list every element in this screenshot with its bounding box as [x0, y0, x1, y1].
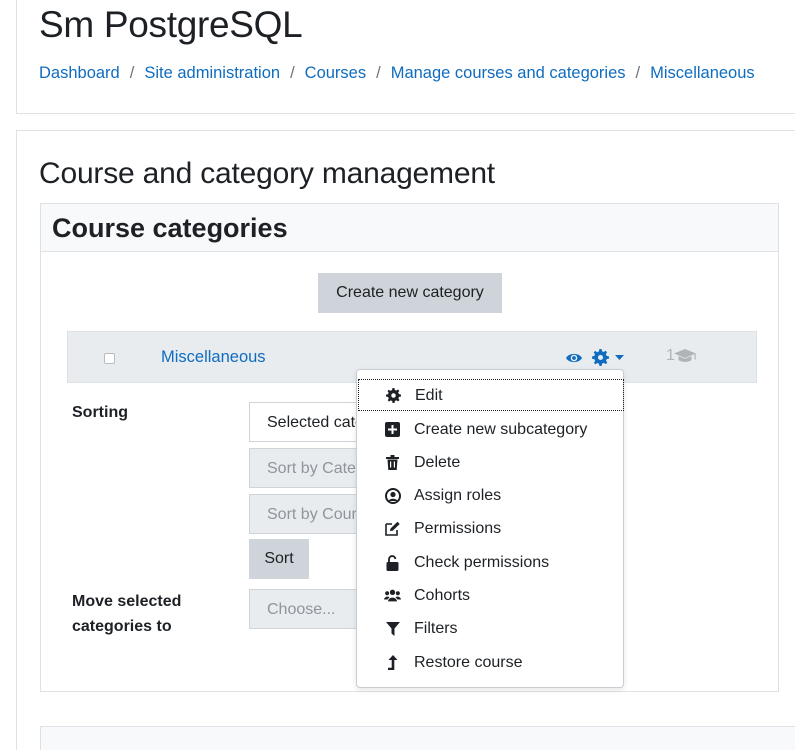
course-count: 1	[666, 347, 697, 365]
page-heading: Course and category management	[39, 157, 495, 190]
menu-item-filters[interactable]: Filters	[357, 612, 623, 644]
menu-item-label: Edit	[415, 387, 443, 404]
sorting-label: Sorting	[72, 404, 128, 421]
breadcrumb-dashboard[interactable]: Dashboard	[39, 64, 120, 83]
breadcrumb-separator: /	[129, 64, 135, 82]
gear-icon	[385, 387, 402, 404]
sort-by-category-button[interactable]: Sort by Category name	[249, 448, 369, 488]
menu-item-label: Create new subcategory	[414, 421, 588, 438]
panel-title: Course categories	[52, 213, 288, 243]
breadcrumb-separator: /	[290, 64, 295, 82]
eye-icon[interactable]	[565, 349, 583, 367]
category-actions-menu: Edit Create new subcategory Delete Assig…	[356, 369, 624, 688]
menu-item-check-permissions[interactable]: Check permissions	[357, 546, 623, 578]
breadcrumb-miscellaneous[interactable]: Miscellaneous	[650, 64, 755, 83]
caret-down-icon	[615, 355, 624, 361]
menu-item-label: Permissions	[414, 520, 502, 537]
breadcrumb-separator: /	[376, 64, 381, 82]
sort-button[interactable]: Sort	[249, 539, 309, 579]
move-categories-label: Move selected categories to	[72, 593, 182, 635]
menu-item-permissions[interactable]: Permissions	[357, 512, 623, 544]
menu-item-assign-roles[interactable]: Assign roles	[357, 479, 623, 511]
breadcrumb: Dashboard / Site administration / Course…	[39, 64, 755, 83]
graduation-cap-icon	[673, 348, 697, 364]
menu-item-label: Restore course	[414, 654, 523, 671]
plus-square-icon	[384, 421, 401, 438]
category-actions-menu-button[interactable]	[592, 348, 628, 368]
users-icon	[384, 587, 401, 604]
breadcrumb-courses[interactable]: Courses	[305, 64, 366, 83]
menu-item-restore-course[interactable]: Restore course	[357, 646, 623, 678]
menu-item-label: Delete	[414, 454, 461, 471]
next-panel-header	[40, 726, 795, 750]
gear-icon	[592, 349, 609, 366]
menu-item-label: Assign roles	[414, 487, 502, 504]
unlock-icon	[384, 554, 401, 571]
panel-header: Course categories	[41, 204, 778, 252]
category-checkbox[interactable]	[104, 353, 115, 364]
category-name-link[interactable]: Miscellaneous	[161, 348, 266, 367]
menu-item-label: Filters	[414, 620, 458, 637]
sort-by-course-button[interactable]: Sort by Course full name	[249, 494, 369, 534]
menu-item-label: Check permissions	[414, 554, 550, 571]
menu-item-edit[interactable]: Edit	[358, 379, 624, 411]
menu-item-create-subcategory[interactable]: Create new subcategory	[357, 413, 623, 445]
breadcrumb-separator: /	[635, 64, 641, 82]
filter-icon	[384, 620, 401, 637]
trash-icon	[384, 454, 401, 471]
breadcrumb-manage-courses[interactable]: Manage courses and categories	[391, 64, 626, 83]
menu-item-cohorts[interactable]: Cohorts	[357, 579, 623, 611]
menu-item-label: Cohorts	[414, 587, 471, 604]
breadcrumb-site-administration[interactable]: Site administration	[144, 64, 280, 83]
create-new-category-button[interactable]: Create new category	[318, 273, 502, 313]
user-circle-icon	[384, 487, 401, 504]
edit-icon	[384, 520, 401, 537]
site-title: Sm PostgreSQL	[39, 4, 303, 45]
sorting-select[interactable]: Selected categories	[249, 402, 369, 442]
move-destination-select[interactable]: Choose...	[249, 589, 369, 629]
menu-item-delete[interactable]: Delete	[357, 446, 623, 478]
level-up-icon	[384, 654, 401, 671]
